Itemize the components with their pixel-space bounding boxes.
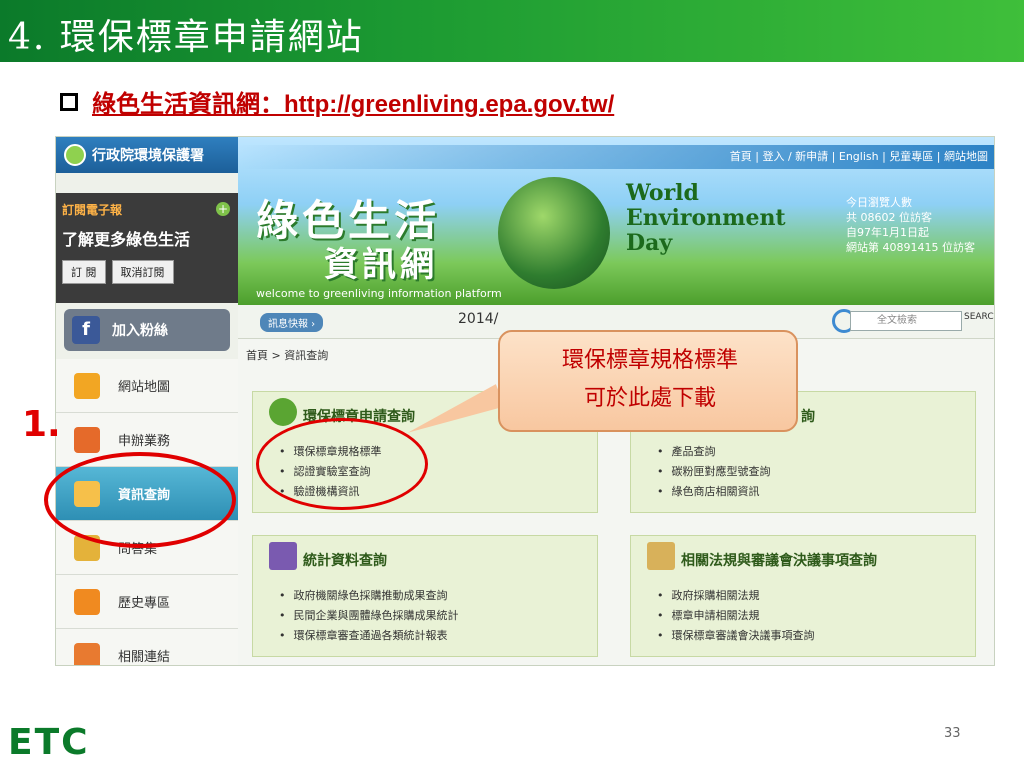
link-green-store[interactable]: 綠色商店相關資訊	[657, 482, 771, 502]
fan-label: 加入粉絲	[112, 323, 168, 339]
callout-line1: 環保標章規格標準	[561, 348, 738, 373]
highlight-ellipse-nav	[44, 452, 236, 548]
search-button[interactable]: SEARCH	[964, 312, 994, 322]
list-item[interactable]: 環保標章審議會決議事項查詢	[657, 626, 815, 646]
news-ticker-button[interactable]: 訊息快報 ›	[260, 313, 324, 332]
callout-bubble: 環保標章規格標準 可於此處下載	[498, 330, 798, 432]
list-item[interactable]: 標章申請相關法規	[657, 606, 815, 626]
breadcrumb[interactable]: 首頁 > 資訊查詢	[246, 347, 328, 363]
banner-subtitle: 資訊網	[324, 245, 438, 285]
facebook-fan-button[interactable]: f 加入粉絲	[64, 309, 230, 351]
panel-title: 詢	[801, 409, 815, 425]
list-item[interactable]: 政府採購相關法規	[657, 586, 815, 606]
globe-icon	[498, 177, 610, 289]
sidebar-item-history[interactable]: 歷史專區	[56, 575, 238, 629]
newsletter-main-text: 了解更多綠色生活	[62, 230, 191, 249]
callout-line2: 可於此處下載	[583, 386, 716, 411]
page-number: 33	[944, 726, 961, 741]
plus-icon[interactable]: +	[216, 202, 230, 216]
wed-line3: Day	[626, 230, 673, 256]
visitor-counter: 今日瀏覽人數 共 08602 位訪客 自97年1月1日起 網站第 4089141…	[846, 195, 975, 255]
slide-title-bar: 4. 環保標章申請網站	[0, 0, 1024, 62]
visitors-line1: 今日瀏覽人數	[846, 196, 912, 209]
visitors-line4: 網站第 40891415 位訪客	[846, 241, 975, 254]
epa-logo-text: 行政院環境保護署	[92, 148, 204, 164]
panel-title: 相關法規與審議會決議事項查詢	[681, 553, 877, 569]
visitors-line2: 共 08602 位訪客	[846, 211, 932, 224]
list-item[interactable]: 環保標章審查通過各類統計報表	[279, 626, 459, 646]
step-marker: 1.	[22, 404, 61, 445]
newsletter-box: 訂閱電子報 + 了解更多綠色生活 訂 閱 取消訂閱	[56, 193, 238, 303]
facebook-icon: f	[72, 316, 100, 344]
wed-line1: World	[626, 180, 699, 206]
sidebar-item-label: 相關連結	[118, 650, 171, 665]
panel-title: 統計資料查詢	[303, 553, 387, 569]
link-icon	[74, 642, 100, 665]
sidebar-item-label: 申辦業務	[118, 434, 171, 449]
news-date: 2014/	[458, 311, 499, 327]
sidebar-item-label: 網站地圖	[118, 380, 171, 395]
panel-statistics: 統計資料查詢 政府機關綠色採購推動成果查詢 民間企業與團體綠色採購成果統計 環保…	[252, 535, 598, 657]
book-magnifier-icon	[647, 542, 675, 570]
sidebar-item-links[interactable]: 相關連結	[56, 629, 238, 665]
world-environment-day: World Environment Day	[626, 181, 786, 256]
wed-line2: Environment	[626, 205, 786, 231]
pencil-icon	[74, 426, 100, 453]
bullet-square-icon	[60, 92, 78, 111]
slide-title: 4. 環保標章申請網站	[8, 17, 364, 58]
highlight-ellipse-links	[256, 418, 428, 510]
top-nav-links[interactable]: 首頁 | 登入 / 新申請 | English | 兒童專區 | 網站地圖	[238, 145, 994, 169]
newsletter-title: 訂閱電子報	[62, 203, 123, 217]
visitors-line3: 自97年1月1日起	[846, 226, 929, 239]
site-url-link[interactable]: 綠色生活資訊網：http://greenliving.epa.gov.tw/	[92, 84, 614, 119]
epa-logo-icon	[64, 144, 86, 166]
list-item[interactable]: 政府機關綠色採購推動成果查詢	[279, 586, 459, 606]
epa-logo[interactable]: 行政院環境保護署	[56, 137, 238, 173]
bullet-line: 綠色生活資訊網：http://greenliving.epa.gov.tw/	[60, 84, 614, 119]
search-input[interactable]: 全文檢索	[850, 311, 962, 331]
panel-regulations: 相關法規與審議會決議事項查詢 政府採購相關法規 標章申請相關法規 環保標章審議會…	[630, 535, 976, 657]
callout-text: 環保標章規格標準 可於此處下載	[518, 342, 782, 418]
bar-chart-icon	[269, 542, 297, 570]
banner-welcome: welcome to greenliving information platf…	[256, 287, 502, 300]
sidebar-item-sitemap[interactable]: 網站地圖	[56, 359, 238, 413]
link-product-query[interactable]: 產品查詢	[657, 442, 771, 462]
leaf-icon	[269, 398, 297, 426]
etc-logo: ETC	[8, 722, 90, 763]
sitemap-icon	[74, 372, 100, 399]
sidebar-item-label: 歷史專區	[118, 596, 171, 611]
link-toner-query[interactable]: 碳粉匣對應型號查詢	[657, 462, 771, 482]
subscribe-button[interactable]: 訂 閱	[62, 260, 106, 284]
unsubscribe-button[interactable]: 取消訂閱	[111, 260, 174, 284]
history-icon	[74, 588, 100, 615]
list-item[interactable]: 民間企業與團體綠色採購成果統計	[279, 606, 459, 626]
